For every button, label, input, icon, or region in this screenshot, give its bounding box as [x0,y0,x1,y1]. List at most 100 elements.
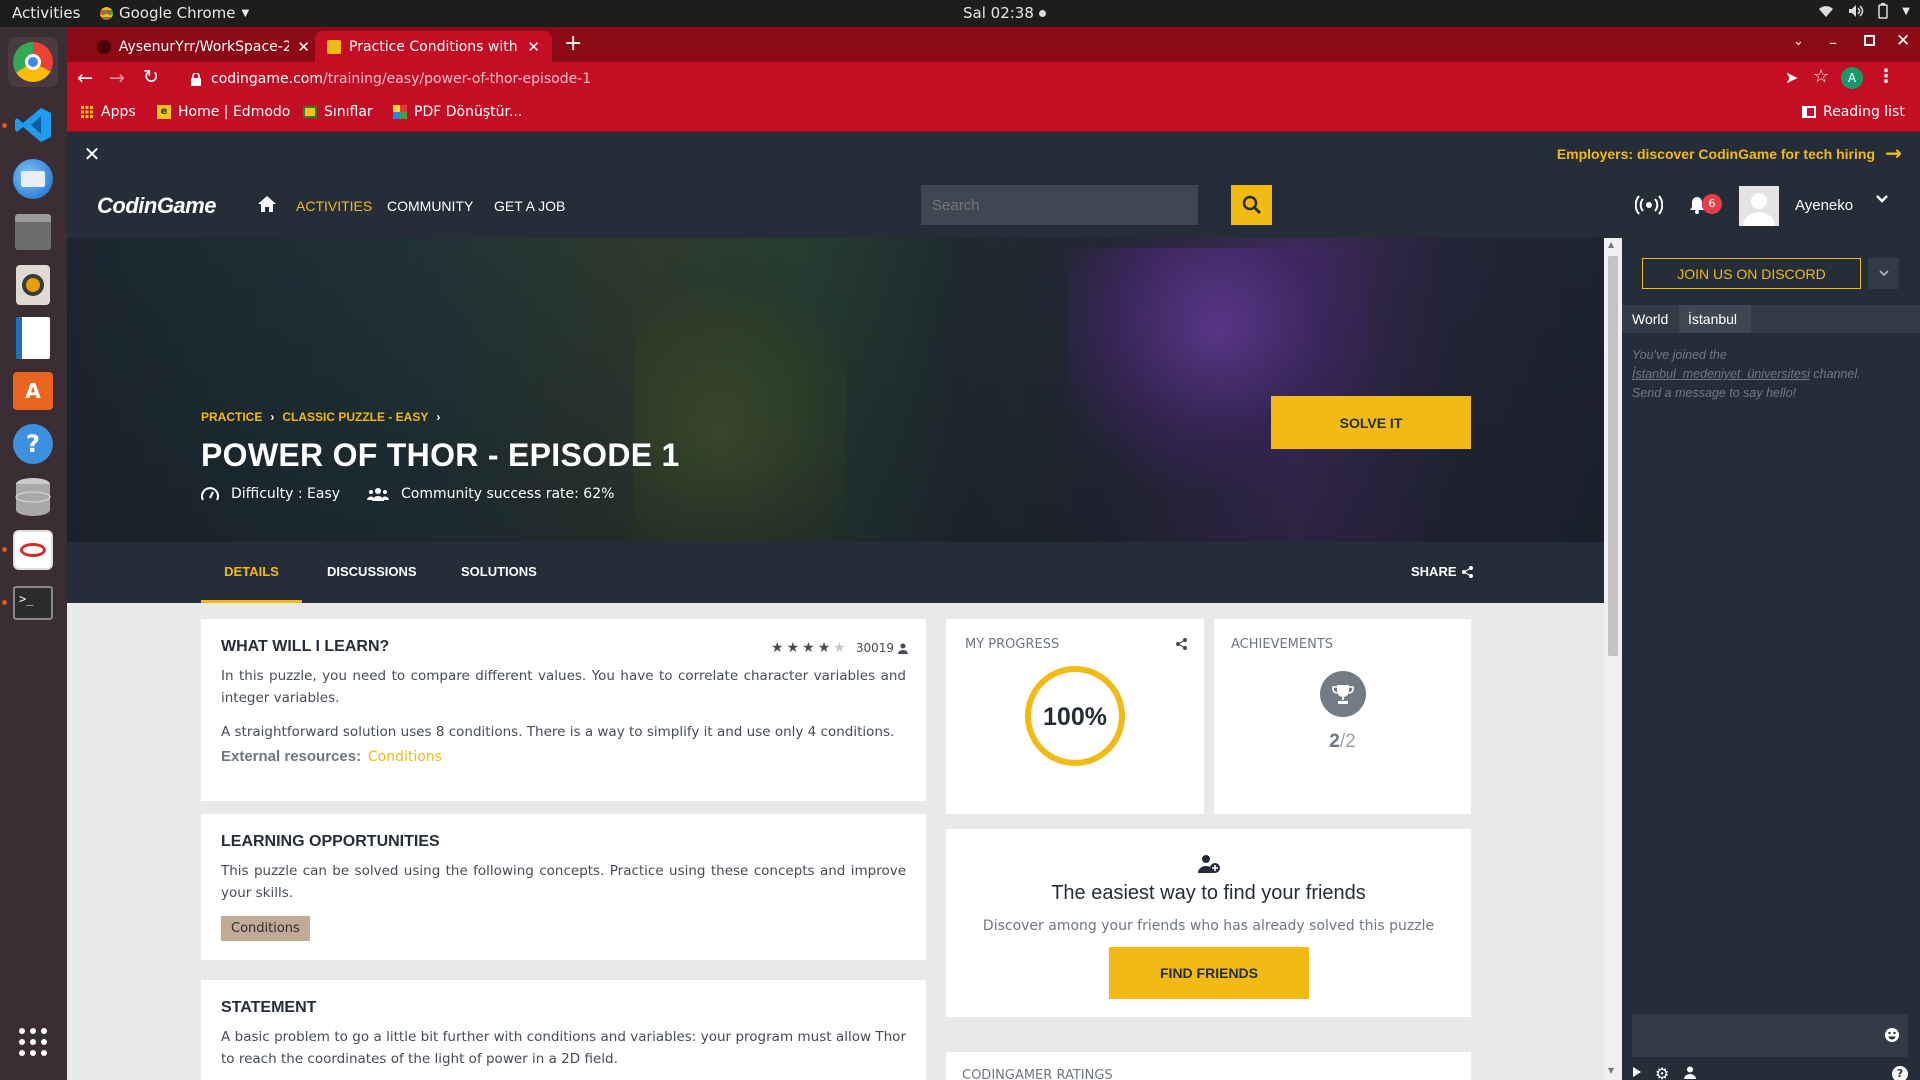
tab-search-icon[interactable]: ⌄ [1793,34,1804,49]
menu-kebab-icon[interactable]: ⋮ [1877,66,1895,87]
close-banner-icon[interactable]: ✕ [67,142,117,166]
dock-thunderbird[interactable] [8,154,58,204]
dock-files[interactable] [8,207,58,257]
send-icon[interactable]: ➤ [1785,68,1798,87]
dock-chrome[interactable] [8,37,58,87]
tab-workspace[interactable]: AysenurYrr/WorkSpace-2 ✕ [85,31,322,62]
chat-channel-name: İstanbul_medeniyet_üniversitesi [1632,367,1810,381]
bookmark-edmodo[interactable]: e Home | Edmodo [157,104,290,120]
tab-details-label: DETAILS [224,563,279,579]
external-link[interactable]: Conditions [368,749,442,765]
minimize-icon[interactable]: – [1829,33,1837,52]
breadcrumb-category[interactable]: CLASSIC PUZZLE - EASY [282,410,428,424]
reading-list-button[interactable]: Reading list [1802,104,1905,120]
settings-gear-icon[interactable]: ⚙ [1655,1064,1669,1080]
close-window-icon[interactable]: ✕ [1896,31,1910,51]
puzzle-tabs: DETAILS DISCUSSIONS SOLUTIONS SHARE [67,542,1604,603]
terminal-icon: >_ [13,586,53,620]
chat-tab-istanbul[interactable]: İstanbul [1679,305,1751,333]
bookmark-siniflar[interactable]: Sınıflar [303,104,373,120]
share-progress-icon[interactable] [1176,638,1187,650]
opportunities-card: LEARNING OPPORTUNITIES This puzzle can b… [201,814,926,960]
dock-writer[interactable] [8,313,58,363]
chat-help-icon[interactable]: ? [1892,1066,1908,1080]
employers-banner: ✕ Employers: discover CodinGame for tech… [67,132,1920,176]
nav-activities[interactable]: ACTIVITIES [296,198,372,214]
app-menu[interactable]: Google Chrome ▼ [100,4,249,22]
discord-button[interactable]: JOIN US ON DISCORD [1642,258,1861,289]
page-scrollbar[interactable]: ▲ ▼ [1604,238,1622,1080]
user-avatar[interactable] [1739,186,1779,226]
play-icon[interactable] [1632,1066,1642,1078]
new-tab-icon[interactable]: + [564,31,582,56]
chat-message-input[interactable] [1632,1014,1908,1057]
close-tab-icon[interactable]: ✕ [527,38,540,56]
dock-rhythmbox[interactable] [8,260,58,310]
dock-editor[interactable] [8,525,58,575]
nav-get-a-job[interactable]: GET A JOB [494,198,565,214]
dock-app-grid[interactable] [8,1017,58,1067]
concept-tag[interactable]: Conditions [221,916,310,941]
bookmark-apps[interactable]: Apps [81,104,136,120]
forward-icon[interactable]: → [109,67,125,89]
external-label: External resources: [221,748,362,765]
emoji-icon[interactable] [1884,1027,1900,1043]
page-title: POWER OF THOR - EPISODE 1 [201,437,680,473]
app-grid-icon [18,1027,48,1057]
live-broadcast-icon[interactable] [1635,195,1663,215]
clock[interactable]: Sal 02:38 [963,4,1046,22]
username[interactable]: Ayeneko [1795,197,1853,214]
breadcrumb: PRACTICE › CLASSIC PUZZLE - EASY › [201,410,440,424]
codingame-favicon-icon [327,39,341,54]
find-friends-label: FIND FRIENDS [1160,965,1258,981]
scroll-up-icon[interactable]: ▲ [1608,240,1614,249]
achievements-card: ACHIEVEMENTS 2/2 [1214,619,1471,814]
tab-solutions[interactable]: SOLUTIONS [461,564,537,579]
system-tray[interactable]: ▼ [1818,3,1910,19]
find-friends-button[interactable]: FIND FRIENDS [1109,947,1309,999]
chat-users-icon[interactable] [1684,1066,1696,1079]
bookmark-star-icon[interactable]: ☆ [1813,66,1829,87]
chat-collapse-button[interactable] [1868,258,1899,289]
home-icon[interactable] [257,195,277,213]
chat-line-3: Send a message to say hello! [1632,386,1796,400]
apps-grid-icon [81,106,93,118]
employers-link[interactable]: Employers: discover CodinGame for tech h… [1557,146,1875,162]
chat-tab-world[interactable]: World [1632,311,1668,327]
search-input[interactable] [921,185,1198,225]
scroll-down-icon[interactable]: ▼ [1608,1066,1614,1075]
scrollbar-thumb[interactable] [1608,256,1618,656]
tab-details[interactable]: DETAILS [201,542,302,603]
dock-vscode[interactable] [8,100,58,150]
dock-database[interactable] [8,472,58,522]
breadcrumb-chevron-icon: › [270,410,275,424]
activities-button[interactable]: Activities [12,4,80,22]
rating-stars: ★★★★★ [771,640,849,656]
breadcrumb-practice[interactable]: PRACTICE [201,410,262,424]
os-top-bar: Activities Google Chrome ▼ Sal 02:38 ▼ [0,0,1920,27]
reading-list-label: Reading list [1823,104,1905,120]
solve-it-button[interactable]: SOLVE IT [1271,396,1471,449]
bookmark-pdf[interactable]: PDF Dönüştür... [393,104,522,120]
restore-icon[interactable] [1864,35,1875,46]
app-name: Google Chrome [119,4,236,22]
dock-terminal[interactable]: >_ [8,578,58,628]
close-tab-icon[interactable]: ✕ [297,38,310,56]
reload-icon[interactable]: ↻ [143,66,159,88]
codingame-logo[interactable]: CodinGame [97,193,216,219]
tab-practice[interactable]: Practice Conditions with ✕ [315,31,552,62]
profile-avatar[interactable]: A [1841,67,1863,89]
back-icon[interactable]: ← [77,67,93,89]
dock-software[interactable]: A [8,366,58,416]
share-button[interactable]: SHARE [1411,564,1473,579]
dock-help[interactable]: ? [8,419,58,469]
edmodo-icon: e [157,105,171,119]
nav-community[interactable]: COMMUNITY [387,198,473,214]
user-menu-chevron-icon[interactable] [1875,194,1889,204]
achievements-total: /2 [1339,731,1356,752]
database-icon [13,476,53,518]
address-bar[interactable]: codingame.com/training/easy/power-of-tho… [177,65,1837,93]
progress-card: MY PROGRESS 100% [946,619,1204,814]
tab-discussions[interactable]: DISCUSSIONS [327,564,417,579]
search-button[interactable] [1231,185,1272,225]
